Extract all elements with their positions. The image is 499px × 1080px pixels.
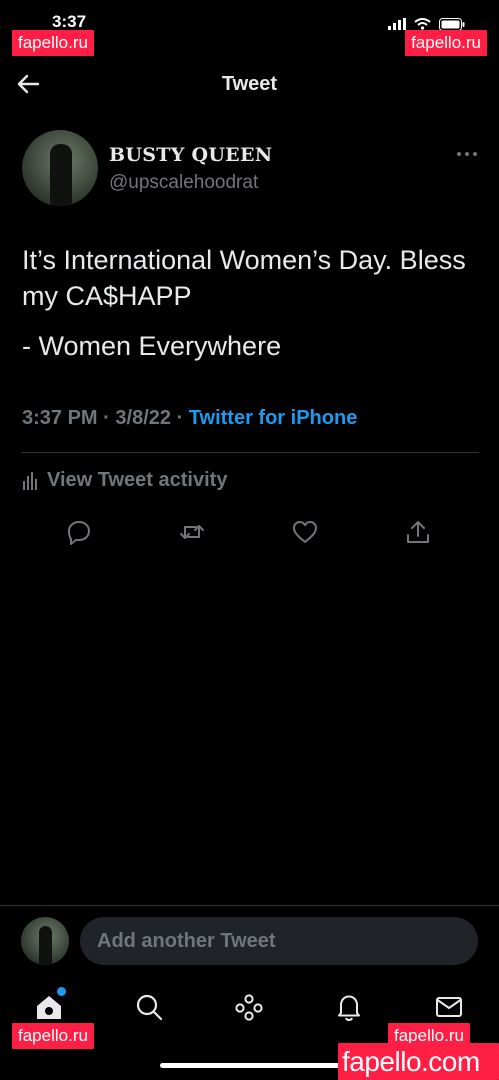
share-icon[interactable] (404, 518, 432, 546)
home-indicator (160, 1063, 340, 1068)
battery-icon (439, 17, 465, 31)
author-handle[interactable]: @upscalehoodrat (109, 172, 258, 194)
signal-icon (388, 18, 406, 30)
watermark: fapello.ru (12, 1023, 94, 1049)
tweet-text: It’s International Women’s Day. Bless my… (22, 242, 482, 364)
watermark: fapello.ru (405, 30, 487, 56)
messages-icon[interactable] (434, 992, 464, 1022)
author-display-name[interactable]: BUSTY QUEEN (109, 144, 272, 166)
like-icon[interactable] (291, 518, 319, 546)
search-icon[interactable] (134, 992, 164, 1022)
wifi-icon (414, 18, 431, 30)
notifications-icon[interactable] (334, 992, 364, 1022)
meta-separator: · (176, 407, 184, 429)
tweet-date: 3/8/22 (115, 407, 171, 429)
more-options-icon[interactable] (455, 148, 479, 160)
activity-chart-icon (23, 471, 37, 490)
tweet-time: 3:37 PM (22, 407, 98, 429)
spaces-icon[interactable] (234, 992, 264, 1022)
retweet-icon[interactable] (178, 518, 206, 546)
tweet-line: - Women Everywhere (22, 331, 282, 361)
page-title: Tweet (221, 73, 278, 95)
home-icon[interactable] (34, 992, 64, 1022)
tweet-line: It’s International Women’s Day. Bless my… (22, 245, 466, 311)
divider (0, 905, 499, 906)
meta-separator: · (103, 407, 110, 429)
user-avatar[interactable] (21, 917, 69, 965)
reply-composer-input[interactable]: Add another Tweet (80, 917, 478, 965)
view-tweet-activity-button[interactable]: View Tweet activity (22, 469, 227, 492)
tweet-source-link[interactable]: Twitter for iPhone (189, 407, 358, 429)
watermark-large: fapello.com (338, 1043, 499, 1080)
reply-icon[interactable] (65, 518, 93, 546)
status-time: 3:37 (52, 12, 87, 31)
activity-label: View Tweet activity (47, 469, 228, 491)
divider (22, 452, 479, 453)
composer-placeholder: Add another Tweet (97, 929, 276, 952)
notification-dot (57, 987, 66, 996)
tweet-meta: 3:37 PM · 3/8/22 · Twitter for iPhone (22, 407, 357, 430)
watermark: fapello.ru (12, 30, 94, 56)
author-avatar[interactable] (22, 130, 98, 206)
